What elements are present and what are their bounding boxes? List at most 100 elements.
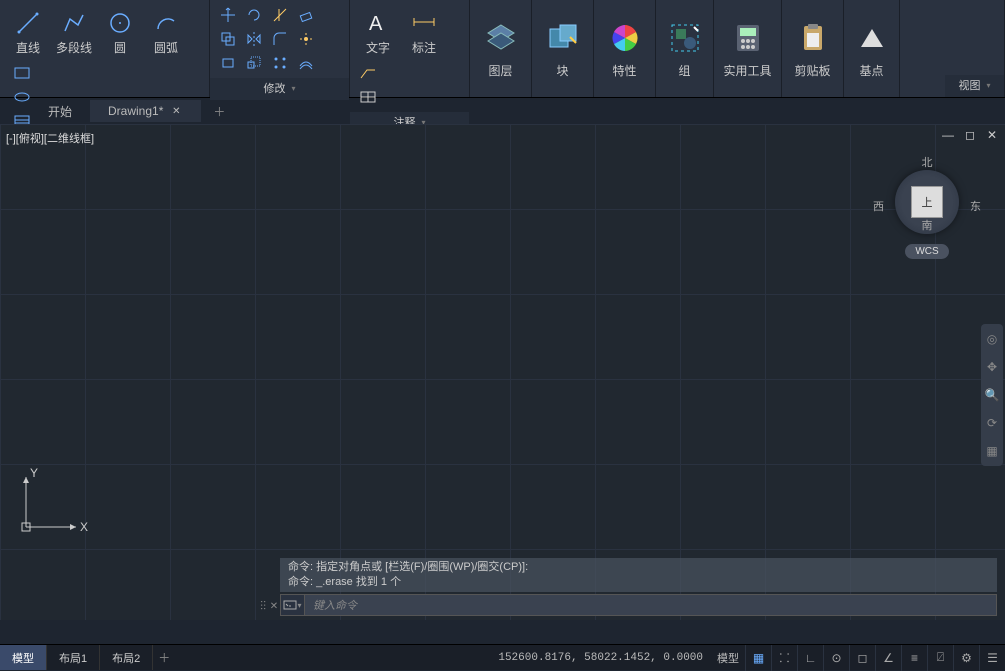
leader-tool[interactable] [356, 62, 380, 84]
block-label: 块 [556, 62, 568, 79]
trim-tool[interactable] [268, 4, 292, 26]
command-line[interactable]: ▾ 键入命令 [280, 594, 997, 616]
text-tool[interactable]: A 文字 [356, 4, 400, 60]
ucs-x-label: X [80, 520, 88, 534]
viewport-controls[interactable]: [-][俯视][二维线框] [6, 130, 94, 146]
dim-icon [410, 9, 438, 37]
close-icon[interactable]: ✕ [169, 104, 183, 118]
panel-clipboard[interactable]: 剪贴板 [782, 0, 844, 97]
arc-tool[interactable]: 圆弧 [144, 4, 188, 60]
utilities-label: 实用工具 [723, 62, 771, 79]
layout-tabs: 模型 布局1 布局2 ＋ [0, 645, 175, 670]
clipboard-label: 剪贴板 [794, 62, 830, 79]
polar-toggle-icon[interactable]: ⊙ [823, 645, 849, 671]
mirror-tool[interactable] [242, 28, 266, 50]
polyline-label: 多段线 [56, 39, 92, 56]
panel-layers[interactable]: 图层 [470, 0, 532, 97]
panel-utilities[interactable]: 实用工具 [714, 0, 782, 97]
group-label: 组 [678, 62, 690, 79]
tab-start-label: 开始 [48, 103, 72, 120]
view-dropdown-icon[interactable] [984, 79, 990, 91]
grid [0, 124, 1005, 620]
scale-tool[interactable] [242, 52, 266, 74]
layout-tab-1[interactable]: 布局1 [47, 645, 100, 670]
ucs-y-label: Y [30, 466, 38, 480]
stretch-tool[interactable] [216, 52, 240, 74]
arc-icon [152, 9, 180, 37]
svg-text:A: A [369, 13, 383, 35]
pan-icon[interactable]: ✥ [983, 358, 1001, 376]
snap-toggle-icon[interactable]: ⸬ [771, 645, 797, 671]
customize-icon[interactable]: ☰ [979, 645, 1005, 671]
maximize-icon[interactable]: ◻ [963, 128, 977, 142]
viewcube[interactable]: 北 南 西 东 上 WCS [877, 154, 977, 259]
table-tool[interactable] [356, 86, 380, 108]
circle-icon [106, 9, 134, 37]
circle-label: 圆 [114, 39, 126, 56]
viewcube-east[interactable]: 东 [970, 198, 981, 214]
explode-tool[interactable] [294, 28, 318, 50]
tab-drawing1[interactable]: Drawing1* ✕ [90, 100, 201, 122]
orbit-icon[interactable]: ⟳ [983, 414, 1001, 432]
tab-start[interactable]: 开始 [30, 99, 90, 124]
drawing-canvas[interactable]: [-][俯视][二维线框] — ◻ ✕ 北 南 西 东 上 WCS ◎ ✥ 🔍 … [0, 124, 1005, 620]
minimize-icon[interactable]: — [941, 128, 955, 142]
osnap-toggle-icon[interactable]: ◻ [849, 645, 875, 671]
viewport-window-controls: — ◻ ✕ [941, 128, 999, 142]
rotate-tool[interactable] [242, 4, 266, 26]
block-icon [543, 18, 583, 58]
workspace-icon[interactable]: ⚙ [953, 645, 979, 671]
circle-tool[interactable]: 圆 [98, 4, 142, 60]
polyline-tool[interactable]: 多段线 [52, 4, 96, 60]
panel-properties[interactable]: 特性 [594, 0, 656, 97]
viewcube-south[interactable]: 南 [922, 217, 933, 233]
showmotion-icon[interactable]: ▦ [983, 442, 1001, 460]
rect-tool[interactable] [10, 62, 34, 84]
nav-wheel-icon[interactable]: ◎ [983, 330, 1001, 348]
wcs-badge[interactable]: WCS [905, 244, 948, 259]
base-label: 基点 [859, 62, 883, 79]
fillet-tool[interactable] [268, 28, 292, 50]
modify-dropdown-icon[interactable] [289, 82, 295, 94]
line-tool[interactable]: 直线 [6, 4, 50, 60]
tab-add-button[interactable]: ＋ [209, 101, 229, 121]
copy-tool[interactable] [216, 28, 240, 50]
coordinates-readout[interactable]: 152600.8176, 58022.1452, 0.0000 [490, 652, 711, 664]
panel-view: 视图 [945, 0, 1005, 97]
cmdline-prefix-icon[interactable]: ▾ [281, 595, 305, 615]
cmdline-close-icon[interactable]: ✕ [268, 594, 280, 618]
utilities-icon [728, 18, 768, 58]
status-model-button[interactable]: 模型 [711, 650, 745, 666]
viewcube-top-face[interactable]: 上 [911, 186, 943, 218]
layout-tab-2[interactable]: 布局2 [100, 645, 153, 670]
panel-group[interactable]: 组 [656, 0, 714, 97]
move-tool[interactable] [216, 4, 240, 26]
command-history-line-1: 命令: 指定对角点或 [栏选(F)/圈围(WP)/圈交(CP)]: [288, 560, 989, 575]
otrack-toggle-icon[interactable]: ∠ [875, 645, 901, 671]
ucs-icon[interactable]: X Y [16, 467, 86, 540]
zoom-icon[interactable]: 🔍 [983, 386, 1001, 404]
line-label: 直线 [16, 39, 40, 56]
base-icon [852, 18, 892, 58]
dim-label: 标注 [412, 39, 436, 56]
text-icon: A [364, 9, 392, 37]
offset-tool[interactable] [294, 52, 318, 74]
layout-tab-model[interactable]: 模型 [0, 645, 47, 670]
ortho-toggle-icon[interactable]: ∟ [797, 645, 823, 671]
panel-block[interactable]: 块 [532, 0, 594, 97]
layout-add-button[interactable]: ＋ [153, 645, 175, 670]
array-tool[interactable] [268, 52, 292, 74]
panel-draw: 直线 多段线 圆 圆弧 绘图 [0, 0, 210, 97]
viewcube-north[interactable]: 北 [922, 154, 933, 170]
grid-toggle-icon[interactable]: ▦ [745, 645, 771, 671]
erase-tool[interactable] [294, 4, 318, 26]
command-input[interactable]: 键入命令 [305, 597, 996, 613]
anno-toggle-icon[interactable]: ⍁ [927, 645, 953, 671]
panel-base[interactable]: 基点 [844, 0, 900, 97]
lineweight-toggle-icon[interactable]: ≡ [901, 645, 927, 671]
viewcube-west[interactable]: 西 [873, 198, 884, 214]
dim-tool[interactable]: 标注 [402, 4, 446, 60]
close-viewport-icon[interactable]: ✕ [985, 128, 999, 142]
status-bar: 模型 布局1 布局2 ＋ 152600.8176, 58022.1452, 0.… [0, 644, 1005, 670]
panel-annotate: A 文字 标注 注释 [350, 0, 470, 97]
